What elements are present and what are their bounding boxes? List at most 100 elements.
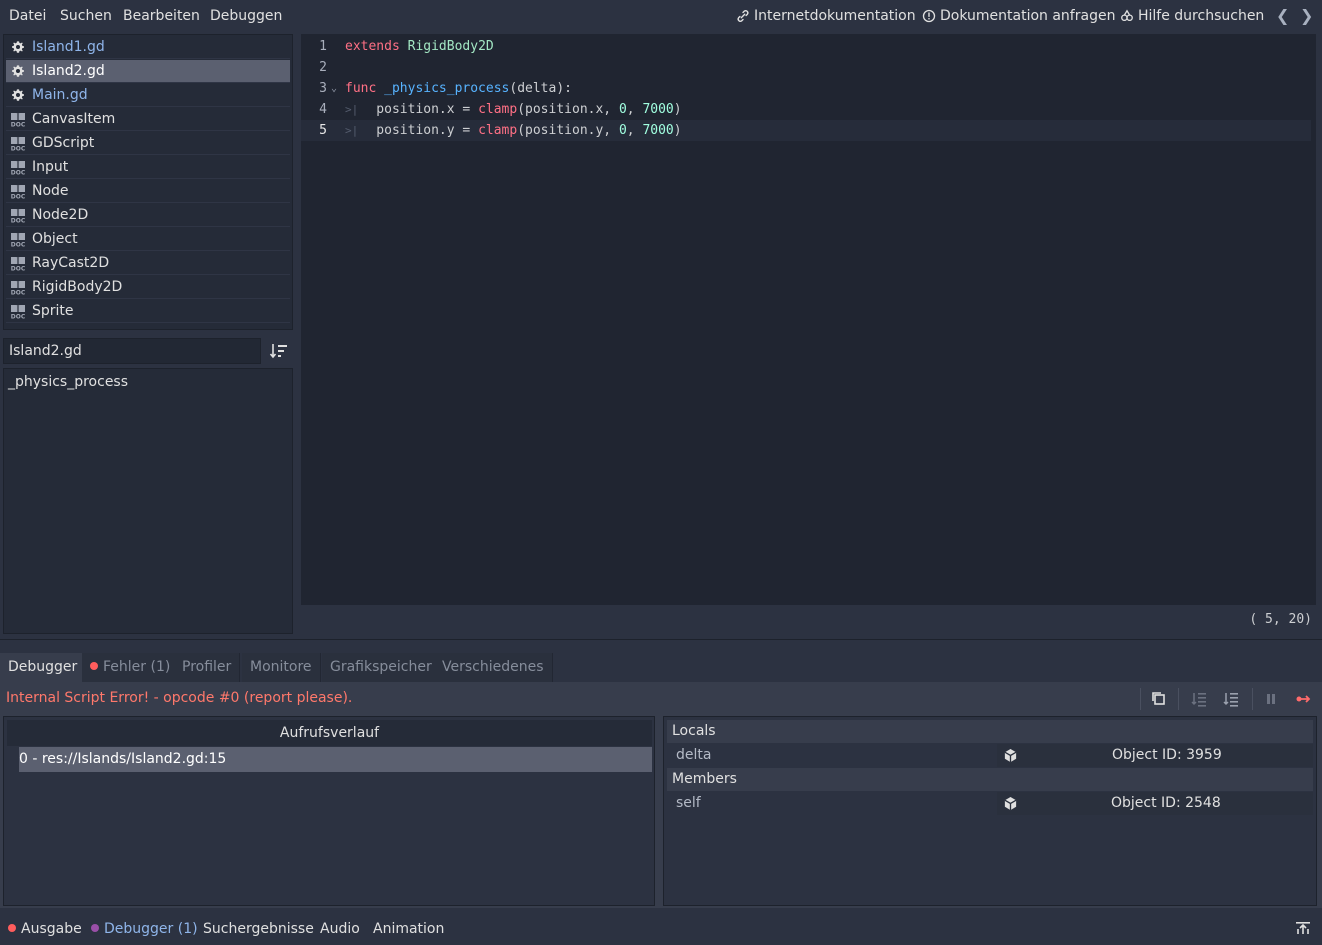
svg-text:DOC: DOC	[11, 218, 26, 224]
property-value-text: Object ID: 3959	[1112, 747, 1222, 763]
code-token: ,	[626, 102, 643, 117]
property-row-self[interactable]: self Object ID: 2548	[667, 792, 1313, 815]
script-list-item[interactable]: DOC Input	[6, 156, 290, 179]
method-item[interactable]: _physics_process	[8, 374, 128, 390]
script-list-label: Input	[32, 159, 69, 175]
debugger-tab[interactable]: Profiler	[174, 653, 241, 682]
step-over-button[interactable]	[1222, 690, 1240, 708]
doc-icon: DOC	[10, 135, 26, 151]
code-line[interactable]: 2	[301, 57, 1311, 78]
svg-text:DOC: DOC	[11, 146, 26, 152]
code-line[interactable]: 3 ⌄ func _physics_process(delta):	[301, 78, 1311, 99]
script-list-item[interactable]: DOC RayCast2D	[6, 252, 290, 275]
step-over-icon	[1223, 693, 1238, 707]
bottom-panel-tab[interactable]: Suchergebnisse	[203, 921, 314, 937]
property-value[interactable]: Object ID: 3959	[997, 744, 1313, 767]
script-list-item[interactable]: DOC Object	[6, 228, 290, 251]
debugger-tab[interactable]: Monitore	[242, 653, 321, 682]
error-message: Internal Script Error! - opcode #0 (repo…	[6, 690, 353, 706]
script-list-item[interactable]: DOC Sprite	[6, 300, 290, 323]
debugger-tab[interactable]: Grafikspeicher	[322, 653, 441, 682]
debugger-tab-label: Fehler (1)	[103, 659, 171, 675]
copy-error-button[interactable]	[1150, 690, 1168, 708]
toolbar-separator	[1252, 688, 1253, 710]
search-help-button[interactable]: Hilfe durchsuchen	[1120, 8, 1264, 24]
doc-icon: DOC	[10, 207, 26, 223]
method-filter-input[interactable]	[3, 338, 261, 364]
debugger-tab[interactable]: Fehler (1)	[82, 653, 180, 682]
sort-button[interactable]	[268, 340, 290, 362]
prev-script-button[interactable]: ❮	[1276, 6, 1289, 25]
svg-text:DOC: DOC	[11, 290, 26, 296]
script-list-item[interactable]: DOC CanvasItem	[6, 108, 290, 131]
script-list-item[interactable]: Island1.gd	[6, 36, 290, 59]
script-list-item[interactable]: DOC Node2D	[6, 204, 290, 227]
code-line[interactable]: 1 extends RigidBody2D	[301, 36, 1311, 57]
fold-arrow-icon[interactable]: ⌄	[331, 78, 337, 99]
menu-file[interactable]: Datei	[9, 8, 46, 24]
bottom-panel-tab[interactable]: Animation	[373, 921, 444, 937]
menubar: Datei Suchen Bearbeiten Debuggen Interne…	[0, 0, 1322, 34]
expand-icon	[1296, 922, 1310, 934]
pause-button[interactable]	[1262, 690, 1280, 708]
doc-icon: DOC	[10, 183, 26, 199]
debugger-tab-label: Debugger	[8, 659, 78, 675]
code-token: clamp	[478, 102, 518, 117]
script-list-label: Sprite	[32, 303, 74, 319]
script-list-item[interactable]: Main.gd	[6, 84, 290, 107]
svg-text:DOC: DOC	[11, 170, 26, 176]
debugger-tab[interactable]: Verschiedenes	[434, 653, 553, 682]
property-row-delta[interactable]: delta Object ID: 3959	[667, 744, 1313, 767]
script-list: Island1.gd Island2.gd Main.gd DOC CanvasItem…	[3, 34, 293, 330]
doc-icon: DOC	[10, 159, 26, 175]
step-into-button[interactable]	[1190, 690, 1208, 708]
code-editor[interactable]: 1 extends RigidBody2D 2 3 ⌄ func _physics_pro…	[301, 34, 1316, 605]
code-token: 7000	[642, 123, 674, 138]
code-token: 7000	[642, 102, 674, 117]
code-line[interactable]: 4 >| position.x = clamp(position.x, 0, 70…	[301, 99, 1311, 120]
line-number: 5	[319, 123, 327, 138]
locals-category[interactable]: Locals	[667, 720, 1313, 743]
line-number: 4	[319, 102, 327, 117]
svg-text:DOC: DOC	[11, 242, 26, 248]
property-value[interactable]: Object ID: 2548	[997, 792, 1313, 815]
menu-search[interactable]: Suchen	[60, 8, 112, 24]
code-token: position.y =	[345, 123, 479, 138]
menu-edit[interactable]: Bearbeiten	[123, 8, 200, 24]
script-list-label: Island1.gd	[32, 39, 105, 55]
bottom-panel-tab[interactable]: Ausgabe	[8, 921, 82, 937]
object-icon	[1004, 748, 1017, 763]
script-list-label: Object	[32, 231, 78, 247]
code-token: (delta):	[509, 81, 572, 96]
members-category[interactable]: Members	[667, 768, 1313, 791]
script-list-item[interactable]: DOC Node	[6, 180, 290, 203]
svg-text:DOC: DOC	[11, 122, 26, 128]
step-into-icon	[1191, 693, 1206, 707]
code-token: position.x =	[345, 102, 479, 117]
script-list-item[interactable]: DOC RigidBody2D	[6, 276, 290, 299]
code-token: 0	[618, 102, 627, 117]
next-script-button[interactable]: ❯	[1300, 6, 1313, 25]
call-stack-row[interactable]: 0 - res://Islands/Island2.gd:15	[19, 747, 652, 772]
code-token: (position.y,	[517, 123, 619, 138]
doc-icon: DOC	[10, 303, 26, 319]
continue-button[interactable]	[1294, 690, 1312, 708]
request-docs-button[interactable]: Dokumentation anfragen	[922, 8, 1115, 24]
online-docs-button[interactable]: Internetdokumentation	[736, 8, 916, 24]
code-line[interactable]: 5 >| position.y = clamp(position.y, 0, 70…	[301, 120, 1311, 141]
bottom-panel-tab[interactable]: Audio	[320, 921, 360, 937]
expand-panel-button[interactable]	[1295, 920, 1311, 936]
menu-debug[interactable]: Debuggen	[210, 8, 282, 24]
code-token: ,	[626, 123, 643, 138]
script-list-label: RigidBody2D	[32, 279, 123, 295]
call-stack-header: Aufrufsverlauf	[7, 720, 652, 746]
copy-icon	[1152, 692, 1165, 705]
continue-icon	[1296, 695, 1311, 703]
debugger-tab[interactable]: Debugger	[0, 653, 87, 682]
bottom-panel-tab[interactable]: Debugger (1)	[91, 921, 198, 937]
script-list-item[interactable]: DOC GDScript	[6, 132, 290, 155]
script-list-item[interactable]: Island2.gd	[6, 60, 290, 83]
status-dot-icon	[91, 924, 99, 932]
